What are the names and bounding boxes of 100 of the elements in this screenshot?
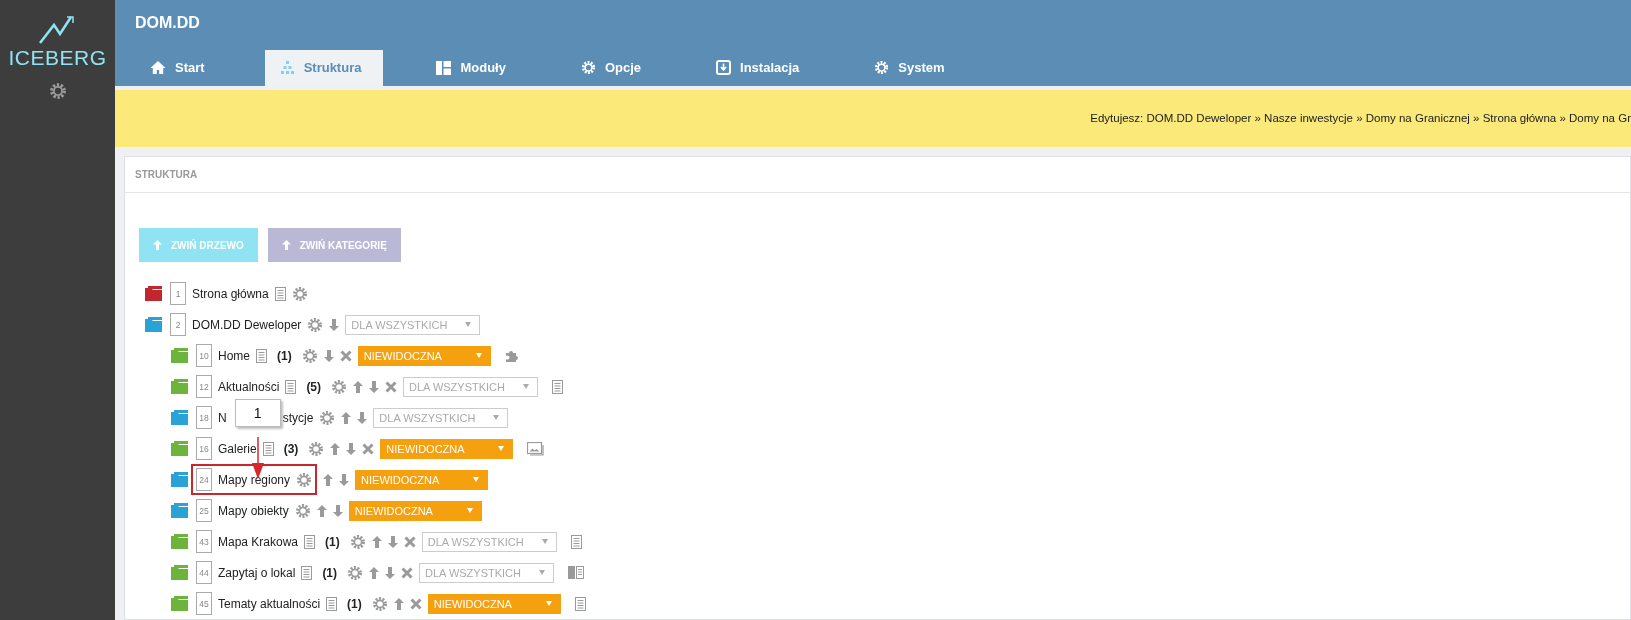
nav-tab[interactable]: Struktura <box>264 49 384 86</box>
id-label: 45 <box>196 592 212 615</box>
delete-icon[interactable] <box>401 566 414 579</box>
collapse-icon <box>153 240 162 250</box>
folder-icon[interactable] <box>145 317 164 332</box>
folder-icon[interactable] <box>145 286 164 301</box>
move-down-icon[interactable] <box>332 504 343 517</box>
id-label: 43 <box>196 530 212 553</box>
folder-icon[interactable] <box>171 472 190 487</box>
nav-tab[interactable]: Moduły <box>421 49 528 86</box>
delete-icon[interactable] <box>362 442 375 455</box>
folder-icon[interactable] <box>171 379 190 394</box>
settings-icon[interactable] <box>371 595 388 612</box>
breadcrumb-text: Edytujesz: DOM.DD Deweloper » Nasze inwestycje » Domy na Granicznej » Strona główna » Domy na Gr <box>1090 112 1631 125</box>
move-down-icon[interactable] <box>323 349 334 362</box>
settings-icon[interactable] <box>349 533 366 550</box>
node-label[interactable]: Mapy regiony <box>218 472 291 487</box>
settings-icon[interactable] <box>291 285 308 302</box>
folder-icon[interactable] <box>171 596 190 611</box>
visibility-dropdown[interactable]: NIEWIDOCZNA <box>357 345 491 366</box>
visibility-dropdown[interactable]: DLA WSZYSTKICH <box>345 314 481 335</box>
move-up-icon[interactable] <box>371 535 382 548</box>
nav-tab[interactable]: System <box>859 49 967 86</box>
settings-icon[interactable] <box>319 409 336 426</box>
nav-tab[interactable]: Start <box>135 49 227 86</box>
node-label[interactable]: Mapy obiekty <box>218 503 289 518</box>
node-label[interactable]: Tematy aktualności <box>218 596 321 611</box>
collapse-button[interactable]: ZWIŃ KATEGORIĘ <box>267 228 401 262</box>
settings-icon[interactable] <box>294 502 311 519</box>
page-icon[interactable] <box>552 379 564 394</box>
settings-icon[interactable] <box>308 440 325 457</box>
node-label[interactable]: N <box>218 410 227 425</box>
image-icon[interactable] <box>527 441 545 456</box>
delete-icon[interactable] <box>339 349 352 362</box>
puzzle-icon[interactable] <box>504 348 519 363</box>
node-label[interactable]: Home <box>218 348 250 363</box>
visibility-dropdown[interactable]: DLA WSZYSTKICH <box>403 376 539 397</box>
node-label[interactable]: Zapytaj o lokal <box>218 565 296 580</box>
move-down-icon[interactable] <box>346 442 357 455</box>
delete-icon[interactable] <box>385 380 398 393</box>
folder-icon[interactable] <box>171 410 190 425</box>
id-label: 25 <box>196 499 212 522</box>
id-label: 1 <box>170 282 186 305</box>
visibility-dropdown[interactable]: DLA WSZYSTKICH <box>419 562 555 583</box>
id-label: 44 <box>196 561 212 584</box>
node-label[interactable]: Galerie <box>218 441 257 456</box>
page-icon[interactable] <box>285 379 297 394</box>
id-label: 16 <box>196 437 212 460</box>
node-label[interactable]: Aktualności <box>218 379 280 394</box>
move-up-icon[interactable] <box>323 473 334 486</box>
folder-icon[interactable] <box>171 348 190 363</box>
visibility-dropdown[interactable]: DLA WSZYSTKICH <box>421 531 557 552</box>
page-icon[interactable] <box>301 565 313 580</box>
page-icon[interactable] <box>256 348 267 363</box>
node-label[interactable]: DOM.DD Deweloper <box>192 317 302 332</box>
page-icon[interactable] <box>262 441 274 456</box>
folder-icon[interactable] <box>171 503 190 518</box>
move-up-icon[interactable] <box>341 411 352 424</box>
settings-icon[interactable] <box>331 378 348 395</box>
panel-title: STRUKTURA <box>135 169 198 180</box>
visibility-dropdown[interactable]: NIEWIDOCZNA <box>427 593 561 614</box>
settings-icon[interactable] <box>301 347 318 364</box>
settings-icon[interactable] <box>48 82 67 100</box>
node-label[interactable]: stycje <box>282 410 314 425</box>
move-down-icon[interactable] <box>385 566 396 579</box>
visibility-dropdown[interactable]: DLA WSZYSTKICH <box>373 407 509 428</box>
folder-icon[interactable] <box>171 441 190 456</box>
delete-icon[interactable] <box>409 597 422 610</box>
move-down-icon[interactable] <box>369 380 380 393</box>
visibility-dropdown[interactable]: NIEWIDOCZNA <box>380 438 514 459</box>
page-icon[interactable] <box>570 534 582 549</box>
move-down-icon[interactable] <box>329 318 340 331</box>
node-label[interactable]: Mapa Krakowa <box>218 534 299 549</box>
move-up-icon[interactable] <box>369 566 380 579</box>
delete-icon[interactable] <box>403 535 416 548</box>
nav-tab[interactable]: Instalacja <box>701 49 822 86</box>
book-icon[interactable] <box>568 566 585 579</box>
move-up-icon[interactable] <box>353 380 364 393</box>
page-icon[interactable] <box>574 596 586 611</box>
move-down-icon[interactable] <box>339 473 350 486</box>
app-title: DOM.DD <box>135 14 201 32</box>
visibility-dropdown[interactable]: NIEWIDOCZNA <box>348 500 482 521</box>
visibility-dropdown[interactable]: NIEWIDOCZNA <box>355 469 489 490</box>
nav-tab[interactable]: Opcje <box>565 49 664 86</box>
settings-icon[interactable] <box>296 471 313 488</box>
move-up-icon[interactable] <box>330 442 341 455</box>
page-icon[interactable] <box>274 286 286 301</box>
folder-icon[interactable] <box>171 534 190 549</box>
node-label[interactable]: Strona główna <box>192 286 269 301</box>
move-up-icon[interactable] <box>393 597 404 610</box>
folder-icon[interactable] <box>171 565 190 580</box>
settings-icon[interactable] <box>307 316 324 333</box>
settings-icon[interactable] <box>347 564 364 581</box>
move-down-icon[interactable] <box>387 535 398 548</box>
move-down-icon[interactable] <box>357 411 368 424</box>
page-icon[interactable] <box>326 596 338 611</box>
box-icon <box>716 60 732 76</box>
page-icon[interactable] <box>304 534 316 549</box>
move-up-icon[interactable] <box>316 504 327 517</box>
item-count: (1) <box>347 596 362 611</box>
